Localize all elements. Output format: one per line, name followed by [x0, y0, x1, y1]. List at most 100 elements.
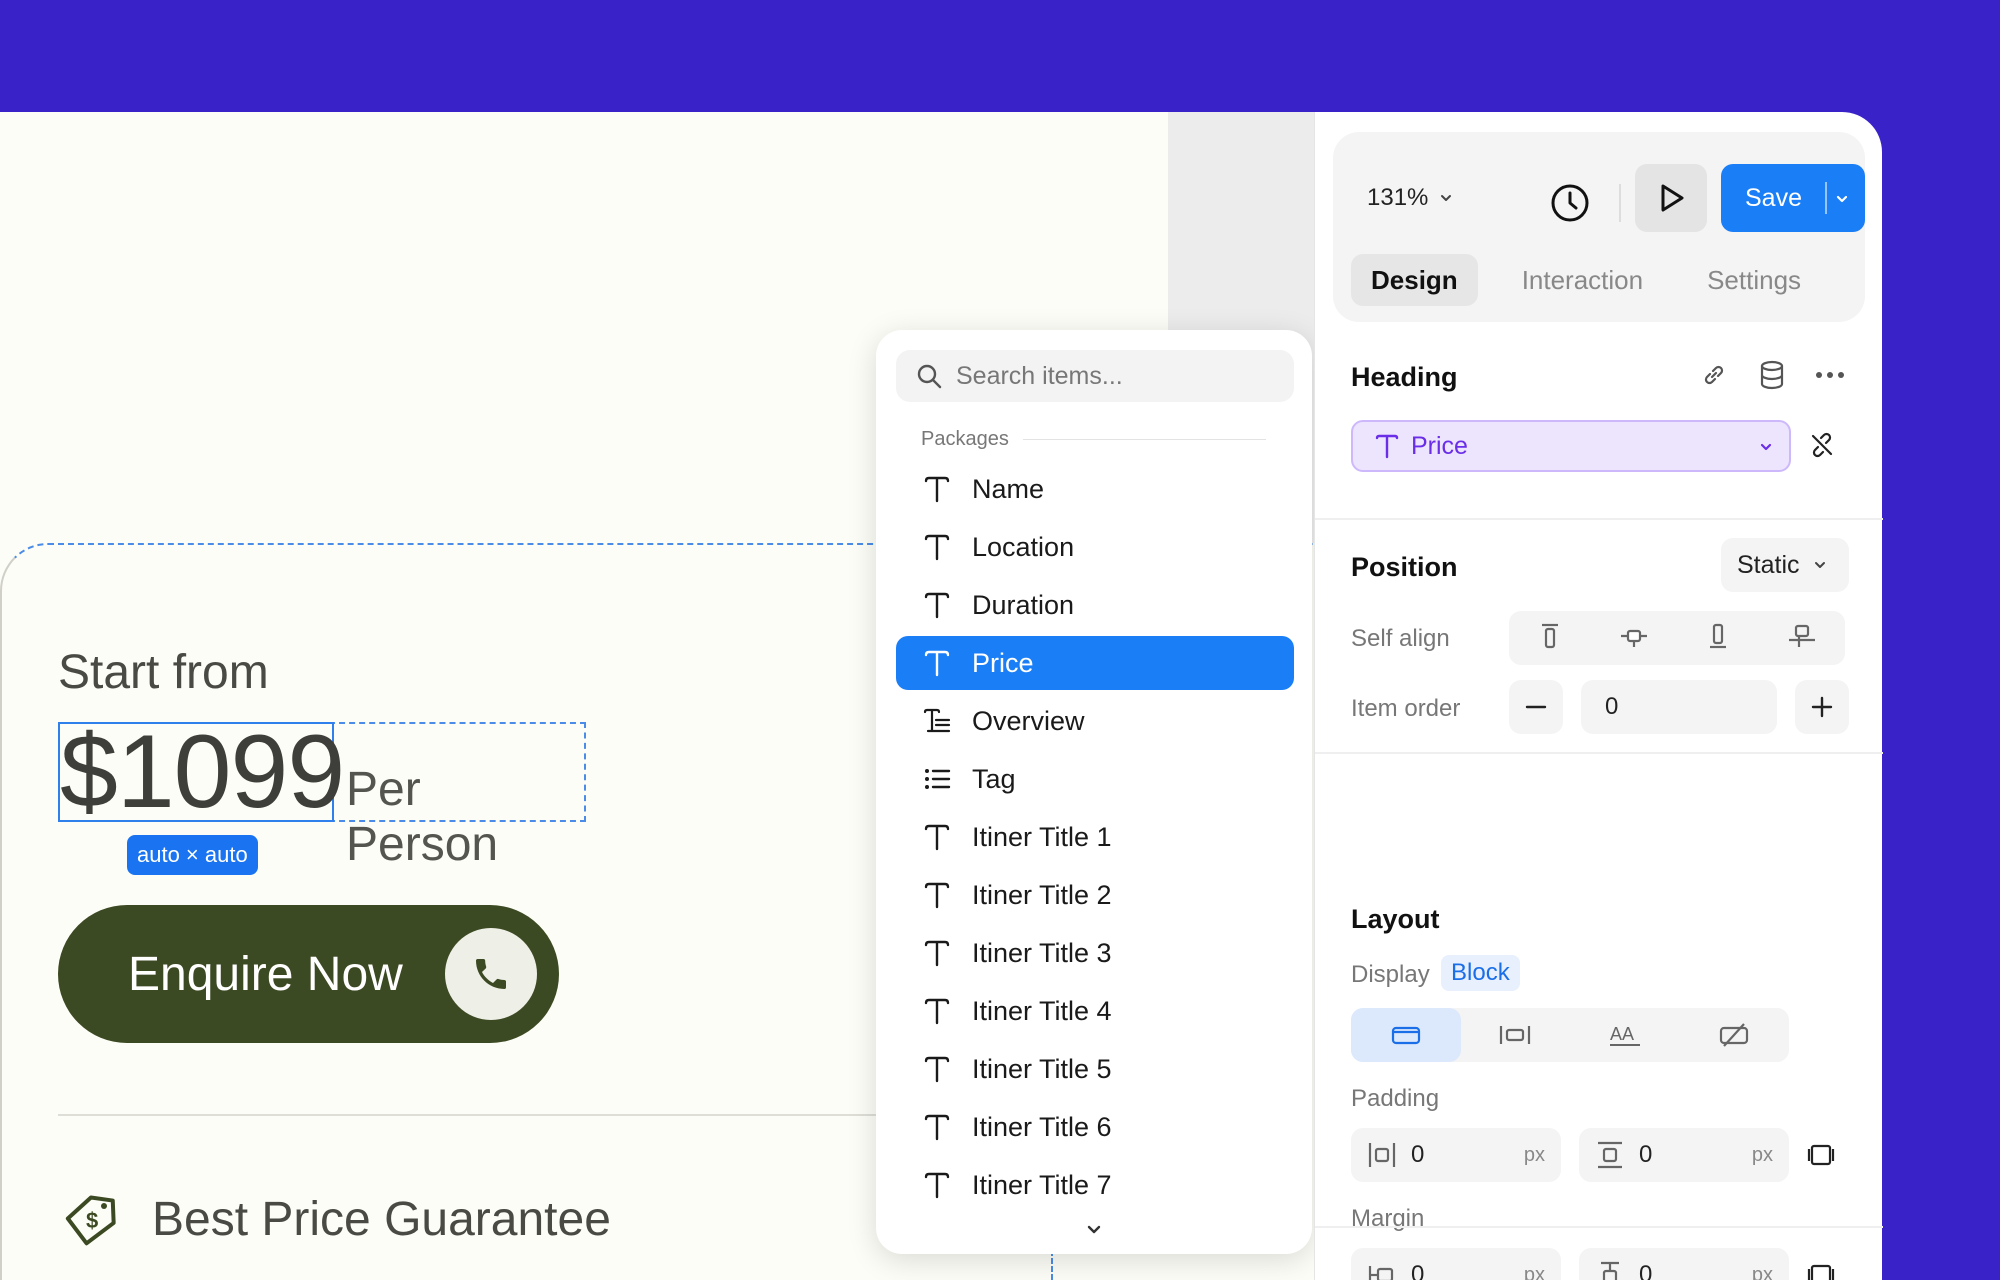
text-icon — [924, 998, 950, 1025]
search-icon — [917, 364, 942, 389]
list-item-label: Itiner Title 5 — [972, 1053, 1112, 1084]
link-icon[interactable] — [1699, 360, 1729, 390]
list-item-label: Itiner Title 4 — [972, 995, 1112, 1026]
padding-horizontal-icon — [1368, 1143, 1396, 1167]
price-row-selection[interactable]: $1099 Per Person — [58, 720, 586, 871]
enquire-now-button[interactable]: Enquire Now — [58, 905, 559, 1043]
display-label: Display — [1351, 961, 1430, 988]
tab-interaction[interactable]: Interaction — [1502, 254, 1663, 306]
group-label-packages: Packages — [921, 428, 1266, 451]
search-box[interactable] — [896, 350, 1294, 402]
list-item[interactable]: Itiner Title 4 — [896, 984, 1294, 1038]
item-order-input[interactable]: 0 — [1581, 680, 1777, 734]
zoom-control[interactable]: 131% — [1367, 184, 1454, 212]
selection-guide-line — [1051, 1250, 1053, 1280]
save-divider — [1825, 182, 1827, 214]
unlink-icon[interactable] — [1807, 430, 1837, 460]
text-icon — [924, 882, 950, 909]
list-item[interactable]: Location — [896, 520, 1294, 574]
item-order-label: Item order — [1351, 695, 1461, 722]
panel-tabs: Design Interaction Settings — [1351, 254, 1845, 306]
position-select[interactable]: Static — [1721, 538, 1849, 592]
padding-horizontal-input[interactable]: 0 px — [1351, 1128, 1561, 1182]
text-icon — [924, 534, 950, 561]
list-item[interactable]: Duration — [896, 578, 1294, 632]
margin-expand-icon[interactable] — [1807, 1261, 1835, 1280]
list-item[interactable]: Itiner Title 5 — [896, 1042, 1294, 1096]
more-options-icon[interactable] — [1815, 360, 1845, 390]
price-tag-icon: $ — [65, 1195, 116, 1246]
display-block-icon[interactable] — [1351, 1008, 1461, 1062]
align-center-icon[interactable] — [1619, 622, 1649, 655]
tab-settings[interactable]: Settings — [1687, 254, 1821, 306]
play-icon — [1661, 184, 1684, 212]
list-item-label: Itiner Title 6 — [972, 1111, 1112, 1142]
list-item-label: Itiner Title 1 — [972, 821, 1112, 852]
field-binding-dropdown[interactable]: Packages Name Location Duration Price Overvi… — [876, 330, 1312, 1254]
rich-text-icon — [923, 708, 951, 733]
heading-section-title: Heading — [1351, 362, 1458, 392]
list-item-label: Location — [972, 531, 1075, 562]
margin-horizontal-input[interactable]: 0 px — [1351, 1248, 1561, 1280]
search-input[interactable] — [956, 361, 1276, 391]
display-inline-icon[interactable]: AA — [1570, 1008, 1680, 1062]
display-none-icon[interactable] — [1680, 1008, 1790, 1062]
unit-label: px — [1751, 1263, 1773, 1280]
display-mode-group: AA — [1351, 1008, 1789, 1062]
position-section-title: Position — [1351, 552, 1458, 582]
align-baseline-icon[interactable] — [1787, 622, 1817, 655]
chevron-down-icon[interactable] — [1081, 1220, 1107, 1240]
text-icon — [924, 824, 950, 851]
text-icon — [924, 476, 950, 503]
display-flex-icon[interactable] — [1461, 1008, 1571, 1062]
database-icon[interactable] — [1757, 360, 1787, 390]
minus-icon — [1525, 705, 1547, 709]
list-item[interactable]: Overview — [896, 694, 1294, 748]
toolbar-divider — [1619, 184, 1621, 222]
unit-label: px — [1751, 1143, 1773, 1166]
text-icon — [924, 650, 950, 677]
margin-horizontal-value: 0 — [1411, 1261, 1425, 1280]
list-item[interactable]: Price — [896, 636, 1294, 690]
chevron-down-icon[interactable] — [1833, 190, 1851, 208]
margin-vertical-input[interactable]: 0 px — [1579, 1248, 1789, 1280]
price-heading-selected[interactable]: $1099 — [58, 720, 345, 824]
list-item[interactable]: Tag — [896, 752, 1294, 806]
chevron-down-icon — [1441, 195, 1452, 201]
zoom-value: 131% — [1367, 184, 1429, 211]
padding-vertical-input[interactable]: 0 px — [1579, 1128, 1789, 1182]
heading-actions — [1699, 360, 1873, 390]
list-item[interactable]: Itiner Title 1 — [896, 810, 1294, 864]
list-item-label: Name — [972, 473, 1045, 504]
list-item-label: Overview — [972, 705, 1085, 736]
text-icon — [1375, 434, 1399, 459]
plus-icon — [1811, 696, 1833, 718]
text-icon — [924, 592, 950, 619]
section-divider — [1315, 1226, 1883, 1228]
align-top-icon[interactable] — [1537, 622, 1563, 655]
save-button[interactable]: Save — [1721, 164, 1865, 232]
padding-expand-icon[interactable] — [1807, 1141, 1835, 1169]
unit-label: px — [1523, 1143, 1545, 1166]
field-binding-select[interactable]: Price — [1351, 420, 1791, 472]
item-order-decrement-button[interactable] — [1509, 680, 1563, 734]
list-item[interactable]: Itiner Title 7 — [896, 1158, 1294, 1212]
list-item[interactable]: Itiner Title 6 — [896, 1100, 1294, 1154]
text-icon — [924, 1056, 950, 1083]
item-order-increment-button[interactable] — [1795, 680, 1849, 734]
section-divider — [1315, 752, 1883, 754]
per-person-text: Per Person — [346, 763, 499, 871]
tab-design[interactable]: Design — [1351, 254, 1478, 306]
align-bottom-icon[interactable] — [1705, 622, 1731, 655]
padding-label: Padding — [1351, 1085, 1440, 1112]
list-item[interactable]: Itiner Title 2 — [896, 868, 1294, 922]
history-button[interactable] — [1541, 170, 1599, 236]
properties-panel: 131% Save Design Interaction Settings He… — [1314, 112, 1883, 1280]
price-text: $1099 — [60, 714, 345, 830]
field-binding-value: Price — [1411, 431, 1468, 460]
list-item-label: Duration — [972, 589, 1075, 620]
list-item[interactable]: Name — [896, 462, 1294, 516]
preview-button[interactable] — [1635, 164, 1707, 232]
enquire-now-label: Enquire Now — [128, 947, 403, 1001]
list-item[interactable]: Itiner Title 3 — [896, 926, 1294, 980]
